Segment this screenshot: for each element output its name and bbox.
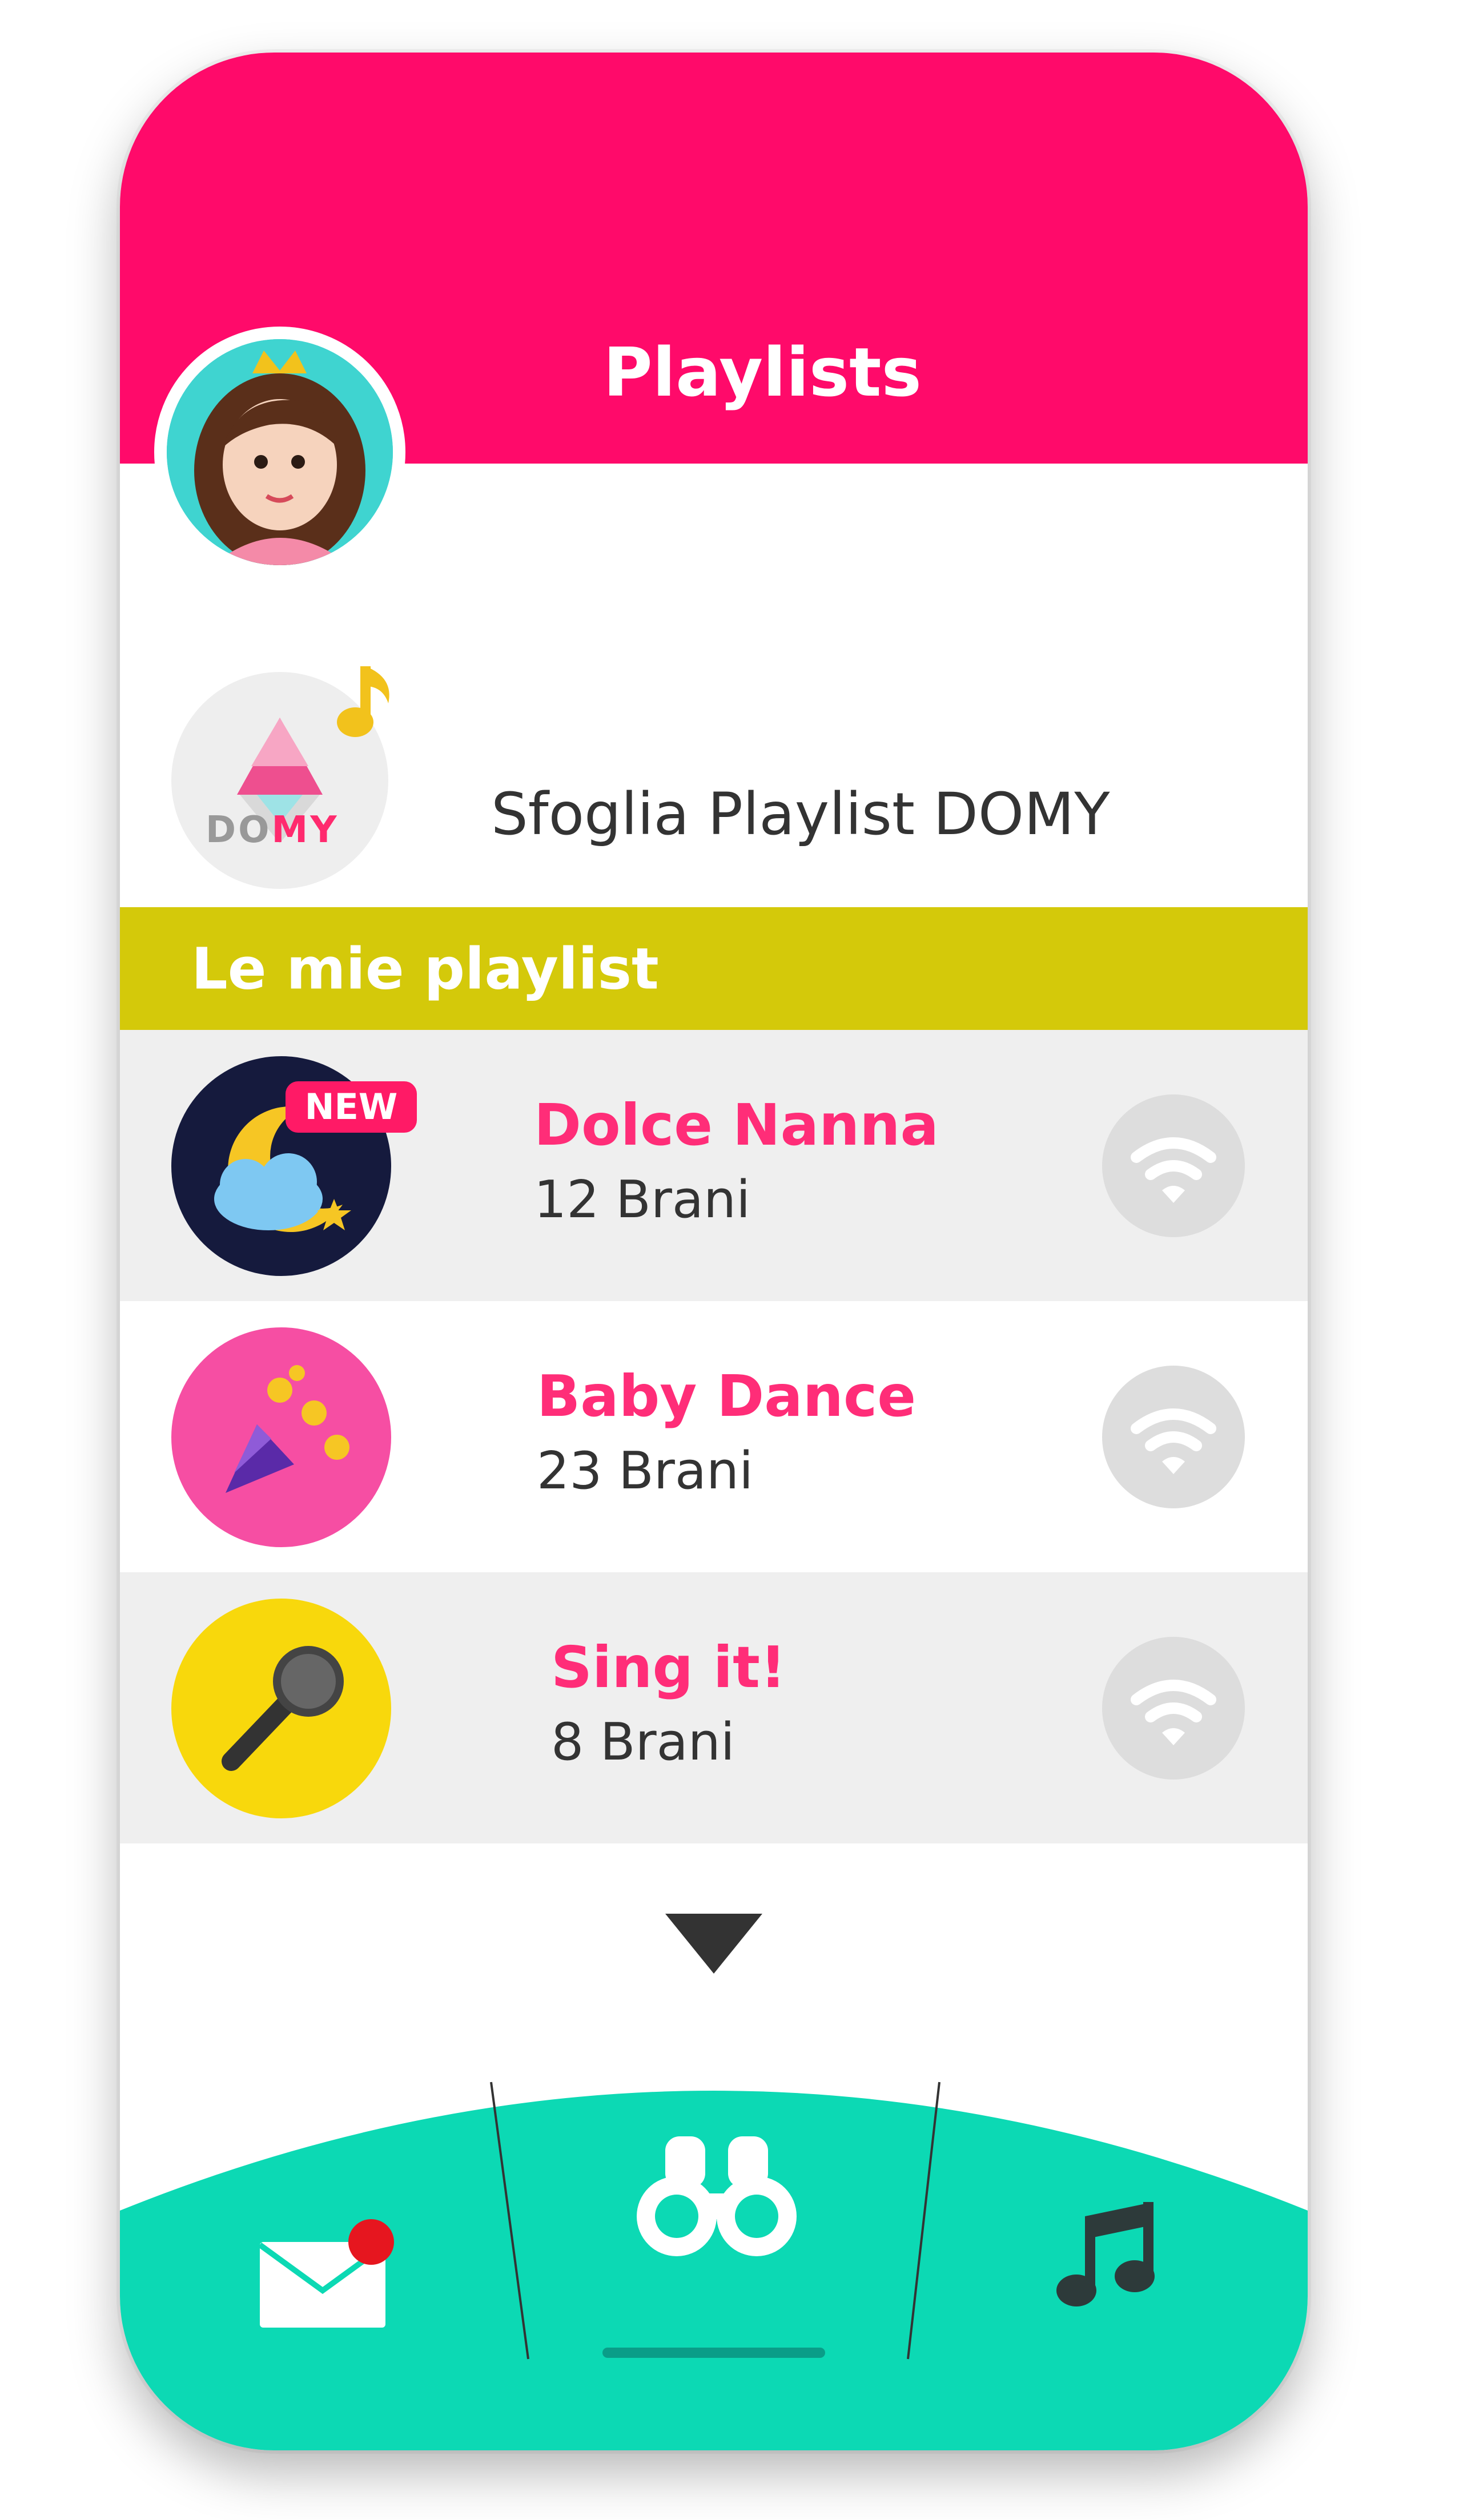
domy-logo: DOMY (171, 666, 389, 889)
phone-screen: Playlists DOMY Sfoglia Playlist DOMY Le … (120, 53, 1308, 2450)
avatar-image (167, 339, 393, 565)
playlist-name: Sing it! (551, 1634, 786, 1701)
party-popper-icon (171, 1327, 391, 1547)
home-indicator[interactable] (602, 2348, 825, 2358)
offline-download-button[interactable] (1102, 1365, 1245, 1508)
section-title: Le mie playlist (191, 935, 659, 1002)
mail-icon (258, 2219, 394, 2328)
scroll-down-arrow-icon[interactable] (665, 1914, 762, 1974)
nav-music-button[interactable] (1054, 2193, 1168, 2313)
offline-download-button[interactable] (1102, 1636, 1245, 1780)
playlist-row-dolce-nanna[interactable]: NEW Dolce Nanna 12 Brani (120, 1030, 1308, 1301)
playlist-track-count: 12 Brani (534, 1170, 751, 1230)
offline-download-button[interactable] (1102, 1094, 1245, 1237)
wifi-icon (1131, 1408, 1216, 1474)
new-badge: NEW (286, 1081, 417, 1133)
nav-discover-button[interactable] (634, 2131, 799, 2262)
domy-logo-text: DOMY (206, 809, 339, 851)
wifi-icon (1131, 1679, 1216, 1745)
girl-avatar-icon (167, 339, 393, 565)
my-playlists-section-bar: Le mie playlist (120, 907, 1308, 1030)
wifi-icon (1131, 1137, 1216, 1203)
playlist-track-count: 23 Brani (537, 1441, 754, 1501)
playlist-name: Baby Dance (537, 1363, 917, 1430)
music-note-icon (1056, 2202, 1155, 2306)
binoculars-icon (637, 2136, 797, 2256)
bottom-nav (120, 2039, 1308, 2450)
microphone-icon (171, 1598, 391, 1818)
browse-playlist-label: Sfoglia Playlist DOMY (491, 780, 1110, 848)
playlist-row-baby-dance[interactable]: Baby Dance 23 Brani (120, 1301, 1308, 1572)
playlist-name: Dolce Nanna (534, 1092, 939, 1158)
nav-mail-button[interactable] (254, 2219, 403, 2333)
notification-dot (348, 2219, 394, 2265)
playlist-track-count: 8 Brani (551, 1712, 735, 1772)
playlist-row-sing-it[interactable]: Sing it! 8 Brani (120, 1572, 1308, 1843)
avatar[interactable] (154, 327, 405, 578)
music-note-icon (337, 666, 389, 737)
